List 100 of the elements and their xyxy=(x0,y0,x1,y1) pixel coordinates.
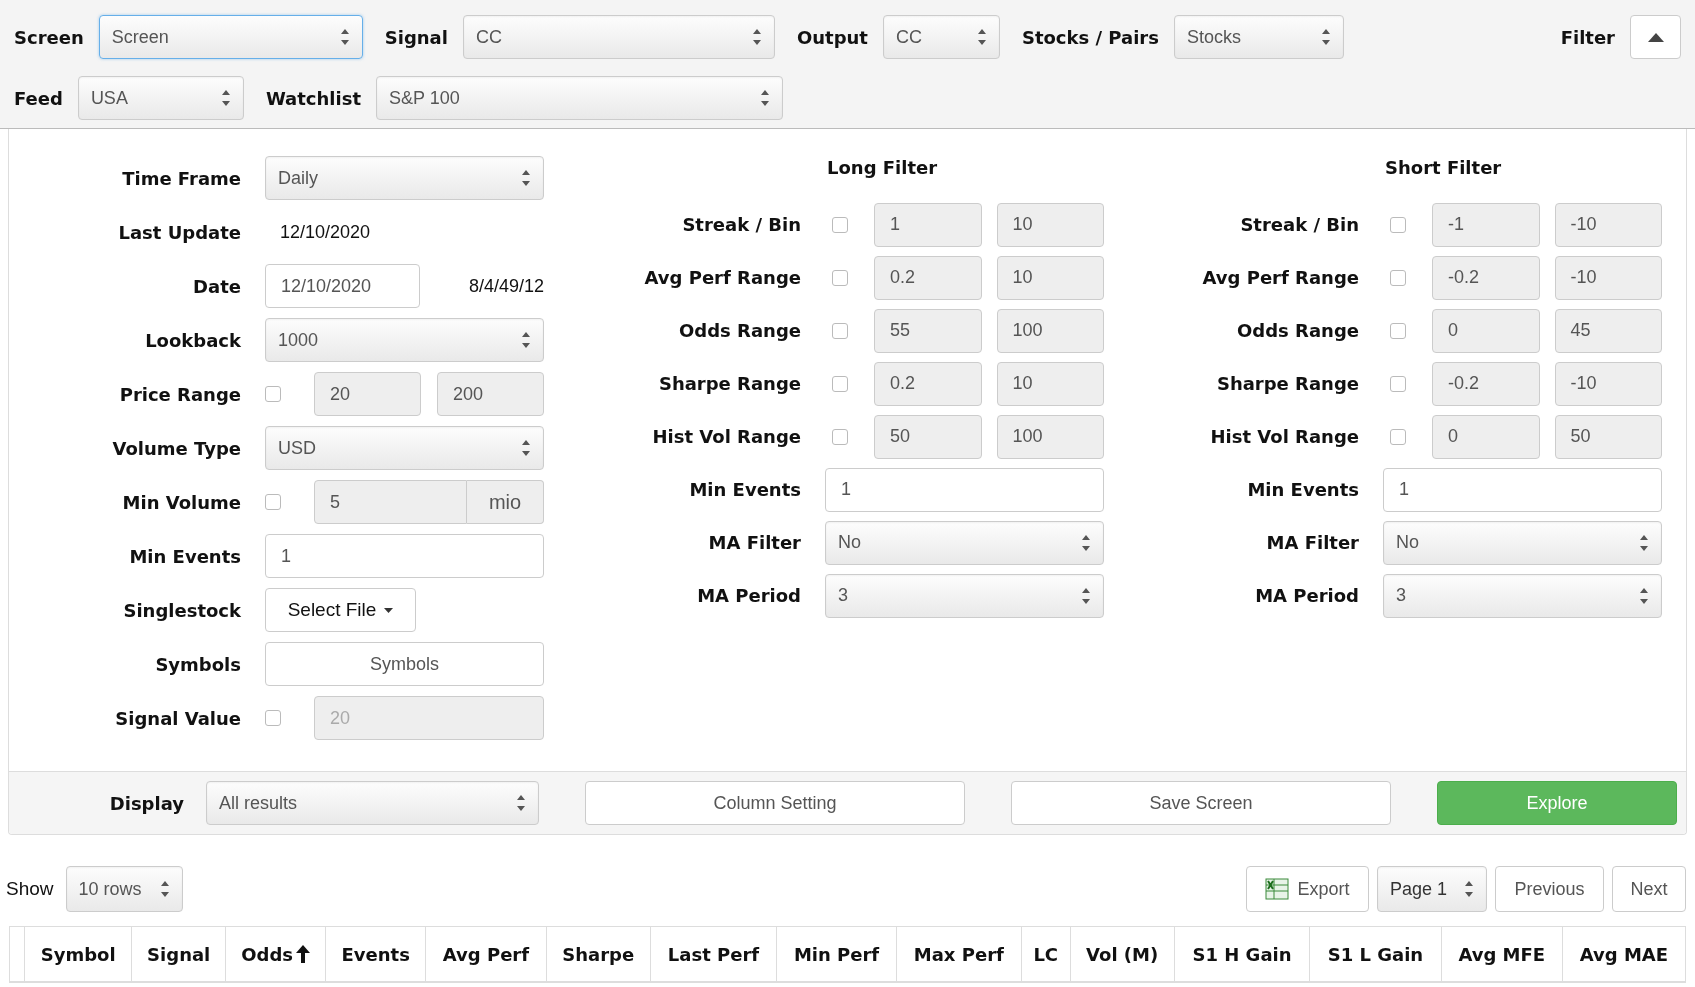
field-label: Sharpe Range xyxy=(657,373,801,394)
input-field[interactable]: 5 xyxy=(314,480,467,524)
checkbox[interactable] xyxy=(1390,216,1406,233)
date-field[interactable]: 12/10/2020 xyxy=(265,264,420,308)
max-input-field[interactable]: 100 xyxy=(996,414,1104,459)
min-input-field[interactable]: 55 xyxy=(874,308,982,353)
checkbox[interactable] xyxy=(265,494,281,510)
min-input-field[interactable]: -0.2 xyxy=(1432,255,1540,300)
action-button[interactable]: Column Setting xyxy=(585,781,965,825)
select-file-button[interactable]: Select File xyxy=(265,588,416,632)
select-field[interactable]: USA xyxy=(77,76,244,120)
field-label: Odds Range xyxy=(678,320,801,341)
select-field[interactable]: 1000 xyxy=(265,318,544,362)
up-down-arrows-icon xyxy=(339,28,350,46)
max-input-field[interactable]: -10 xyxy=(1554,361,1662,406)
column-header[interactable]: S1 H Gain xyxy=(1174,926,1310,982)
column-header[interactable]: Odds xyxy=(225,926,326,982)
input-field[interactable]: 1 xyxy=(825,467,1104,512)
action-button[interactable]: Save Screen xyxy=(1011,781,1391,825)
rows-select[interactable]: 10 rows xyxy=(65,866,183,912)
up-down-arrows-icon xyxy=(751,28,762,46)
min-input-field[interactable]: 20 xyxy=(314,372,421,416)
field-label: MA Period xyxy=(696,585,801,606)
max-input-field[interactable]: -10 xyxy=(1554,255,1662,300)
page-select[interactable]: Page 1 xyxy=(1377,866,1487,912)
next-button[interactable]: Next xyxy=(1612,866,1686,912)
max-input-field[interactable]: 100 xyxy=(996,308,1104,353)
column-header[interactable]: Vol (M) xyxy=(1070,926,1175,982)
select-field[interactable]: No xyxy=(825,520,1104,565)
field-label: Output xyxy=(796,26,868,48)
select-field[interactable]: CC xyxy=(882,15,1000,59)
field-label: Volume Type xyxy=(111,437,241,459)
checkbox[interactable] xyxy=(832,375,848,392)
field-label: Min Volume xyxy=(121,491,241,513)
up-down-arrows-icon xyxy=(220,89,231,107)
column-header[interactable]: S1 L Gain xyxy=(1309,926,1442,982)
section-title: Short Filter xyxy=(1384,156,1503,180)
checkbox[interactable] xyxy=(1390,428,1406,445)
max-input-field[interactable]: -10 xyxy=(1554,202,1662,247)
checkbox[interactable] xyxy=(832,322,848,339)
column-header[interactable]: Sharpe xyxy=(546,926,651,982)
time-note: 8/4/49/12 xyxy=(468,275,544,297)
checkbox[interactable] xyxy=(832,428,848,445)
select-field[interactable]: CC xyxy=(462,15,775,59)
column-header[interactable]: Signal xyxy=(131,926,226,982)
column-header[interactable]: LC xyxy=(1021,926,1071,982)
up-down-arrows-icon xyxy=(1320,28,1331,46)
max-input-field[interactable]: 200 xyxy=(437,372,544,416)
select-field[interactable]: Daily xyxy=(265,156,544,200)
up-down-arrows-icon xyxy=(1639,586,1649,605)
symbols-button[interactable]: Symbols xyxy=(265,642,544,686)
column-header[interactable]: Min Perf xyxy=(776,926,897,982)
checkbox[interactable] xyxy=(832,269,848,286)
field-label: Hist Vol Range xyxy=(1209,426,1359,447)
input-field[interactable]: 1 xyxy=(1383,467,1662,512)
select-field[interactable]: Stocks xyxy=(1173,15,1344,59)
select-field[interactable]: 3 xyxy=(1383,573,1662,618)
column-header[interactable]: Avg Perf xyxy=(425,926,547,982)
max-input-field[interactable]: 45 xyxy=(1554,308,1662,353)
select-field[interactable]: No xyxy=(1383,520,1662,565)
min-input-field[interactable]: 0.2 xyxy=(874,361,982,406)
checkbox[interactable] xyxy=(832,216,848,233)
max-input-field[interactable]: 10 xyxy=(996,202,1104,247)
checkbox[interactable] xyxy=(1390,375,1406,392)
checkbox[interactable] xyxy=(265,710,281,726)
max-input-field[interactable]: 10 xyxy=(996,361,1104,406)
min-input-field[interactable]: 1 xyxy=(874,202,982,247)
select-field[interactable]: S&P 100 xyxy=(376,76,783,120)
section-title: Long Filter xyxy=(826,156,939,180)
previous-button[interactable]: Previous xyxy=(1495,866,1604,912)
input-field[interactable]: 1 xyxy=(265,534,544,578)
checkbox[interactable] xyxy=(1390,322,1406,339)
max-input-field[interactable]: 10 xyxy=(996,255,1104,300)
min-input-field[interactable]: 0 xyxy=(1432,414,1540,459)
checkbox[interactable] xyxy=(265,386,281,402)
column-header[interactable]: Last Perf xyxy=(650,926,777,982)
field-label: Price Range xyxy=(118,383,241,405)
collapse-button[interactable] xyxy=(1630,15,1681,59)
select-field[interactable]: USD xyxy=(265,426,544,470)
checkbox[interactable] xyxy=(1390,269,1406,286)
field-label: Min Events xyxy=(128,545,241,567)
select-field[interactable]: 3 xyxy=(825,573,1104,618)
field-label: Odds Range xyxy=(1236,320,1359,341)
min-input-field[interactable]: -1 xyxy=(1432,202,1540,247)
select-field[interactable]: All results xyxy=(206,781,539,825)
column-header[interactable]: Max Perf xyxy=(896,926,1022,982)
column-header[interactable]: Avg MAE xyxy=(1562,926,1686,982)
min-input-field[interactable]: 50 xyxy=(874,414,982,459)
column-header[interactable]: Symbol xyxy=(24,926,132,982)
min-input-field[interactable]: 0.2 xyxy=(874,255,982,300)
min-input-field[interactable]: -0.2 xyxy=(1432,361,1540,406)
field-label: Streak / Bin xyxy=(1239,214,1359,235)
select-field[interactable]: Screen xyxy=(98,15,363,59)
field-label: Streak / Bin xyxy=(681,214,801,235)
column-header[interactable]: Avg MFE xyxy=(1441,926,1563,982)
min-input-field[interactable]: 0 xyxy=(1432,308,1540,353)
max-input-field[interactable]: 50 xyxy=(1554,414,1662,459)
export-button[interactable]: Export xyxy=(1246,866,1369,912)
column-header[interactable]: Events xyxy=(325,926,426,982)
field-label: MA Period xyxy=(1254,585,1359,606)
